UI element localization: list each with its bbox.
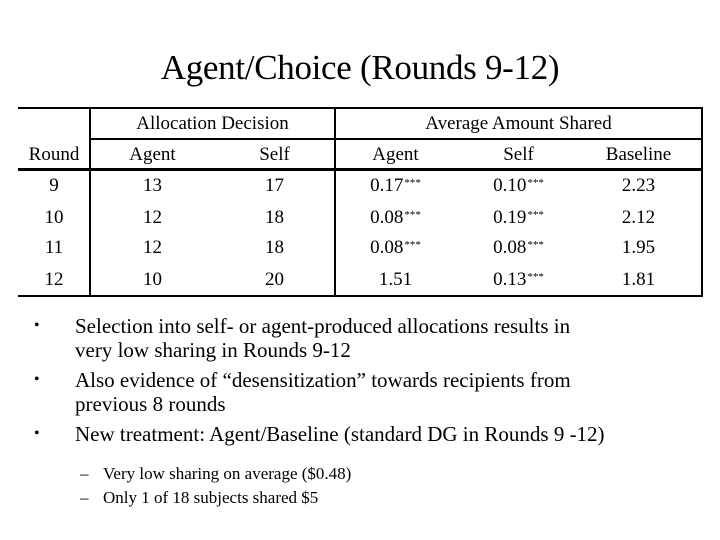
significance-stars: *** [527, 177, 544, 189]
table-right-border [701, 107, 703, 297]
bullet-icon: • [34, 371, 40, 388]
cell-value: 12 [44, 269, 64, 290]
sub-bullet-text: Only 1 of 18 subjects shared $5 [103, 488, 319, 507]
cell-value: 9 [49, 175, 59, 196]
sub-bullet-item: – Very low sharing on average ($0.48) [80, 462, 351, 486]
cell-avg-agent: 0.08*** [343, 206, 448, 230]
significance-stars: *** [404, 209, 421, 221]
cell-baseline: 2.23 [586, 174, 691, 198]
cell-value: 0.08 [370, 237, 404, 258]
col-header-alloc-agent: Agent [129, 144, 176, 165]
cell-avg-self: 0.10*** [466, 174, 571, 198]
cell-round: 11 [18, 236, 90, 260]
cell-baseline: 2.12 [586, 206, 691, 230]
cell-alloc-self: 18 [222, 206, 327, 230]
cell-value: 10 [44, 207, 64, 228]
cell-value: 12 [143, 237, 162, 258]
cell-baseline: 1.81 [586, 268, 691, 292]
cell-value: 11 [44, 237, 64, 258]
dash-icon: – [80, 464, 89, 483]
dash-icon: – [80, 488, 89, 507]
cell-baseline: 1.95 [586, 236, 691, 260]
cell-alloc-agent: 10 [100, 268, 205, 292]
col-header-avg-agent: Agent [372, 144, 419, 165]
bullet-item: • New treatment: Agent/Baseline (standard… [34, 422, 714, 446]
cell-round: 9 [18, 174, 90, 198]
bullet-text-line: previous 8 rounds [75, 392, 226, 416]
cell-value: 18 [265, 207, 284, 228]
cell-value: 12 [143, 207, 162, 228]
group-header-average: Average Amount Shared [425, 113, 612, 134]
significance-stars: *** [527, 209, 544, 221]
cell-avg-agent: 0.17*** [343, 174, 448, 198]
sub-bullet-text: Very low sharing on average ($0.48) [103, 464, 352, 483]
sub-bullet-list: – Very low sharing on average ($0.48) – Onl… [80, 462, 351, 510]
bullet-icon: • [34, 425, 40, 442]
cell-value: 1.51 [378, 269, 413, 290]
cell-value: 0.08 [370, 207, 404, 228]
bullet-text-line: very low sharing in Rounds 9-12 [75, 338, 351, 362]
bullet-item: • Also evidence of “desensitization” towa… [34, 368, 714, 416]
bullet-list: • Selection into self- or agent-produced … [34, 314, 714, 452]
cell-avg-self: 0.13*** [466, 268, 571, 292]
cell-value: 0.13 [493, 269, 527, 290]
cell-avg-self: 0.08*** [466, 236, 571, 260]
bullet-text-line: Selection into self- or agent-produced a… [75, 314, 571, 338]
cell-value: 20 [265, 269, 284, 290]
col-header-alloc-self: Self [259, 144, 290, 165]
cell-value: 2.23 [621, 175, 656, 196]
cell-alloc-self: 17 [222, 174, 327, 198]
cell-alloc-self: 18 [222, 236, 327, 260]
bullet-item: • Selection into self- or agent-produced … [34, 314, 714, 362]
col-header-baseline: Baseline [605, 144, 672, 165]
bullet-icon: • [34, 317, 40, 334]
table-bottom-rule [18, 295, 703, 297]
cell-alloc-agent: 13 [100, 174, 205, 198]
results-table: Allocation Decision Average Amount Share… [0, 0, 720, 310]
cell-round: 10 [18, 206, 90, 230]
significance-stars: *** [404, 177, 421, 189]
cell-value: 18 [265, 237, 284, 258]
group-header-rule [90, 138, 703, 140]
cell-value: 0.08 [493, 237, 527, 258]
cell-round: 12 [18, 268, 90, 292]
cell-value: 1.95 [621, 237, 656, 258]
cell-avg-self: 0.19*** [466, 206, 571, 230]
cell-avg-agent: 1.51 [343, 268, 448, 292]
cell-value: 1.81 [621, 269, 656, 290]
significance-stars: *** [404, 239, 421, 251]
cell-alloc-self: 20 [222, 268, 327, 292]
significance-stars: *** [527, 271, 544, 283]
cell-value: 0.10 [493, 175, 527, 196]
cell-value: 0.19 [493, 207, 527, 228]
cell-value: 13 [143, 175, 162, 196]
cell-value: 2.12 [621, 207, 656, 228]
cell-value: 10 [143, 269, 162, 290]
bullet-text-line: Also evidence of “desensitization” towar… [75, 368, 571, 392]
table-top-rule [18, 107, 703, 109]
sub-bullet-item: – Only 1 of 18 subjects shared $5 [80, 486, 351, 510]
cell-alloc-agent: 12 [100, 206, 205, 230]
bullet-text-line: New treatment: Agent/Baseline (standard … [75, 422, 605, 446]
col-header-avg-self: Self [503, 144, 534, 165]
significance-stars: *** [527, 239, 544, 251]
cell-value: 17 [265, 175, 284, 196]
group-header-allocation: Allocation Decision [136, 113, 289, 134]
cell-value: 0.17 [370, 175, 404, 196]
col-header-round: Round [28, 144, 80, 165]
cell-alloc-agent: 12 [100, 236, 205, 260]
cell-avg-agent: 0.08*** [343, 236, 448, 260]
column-header-rule [18, 168, 703, 171]
